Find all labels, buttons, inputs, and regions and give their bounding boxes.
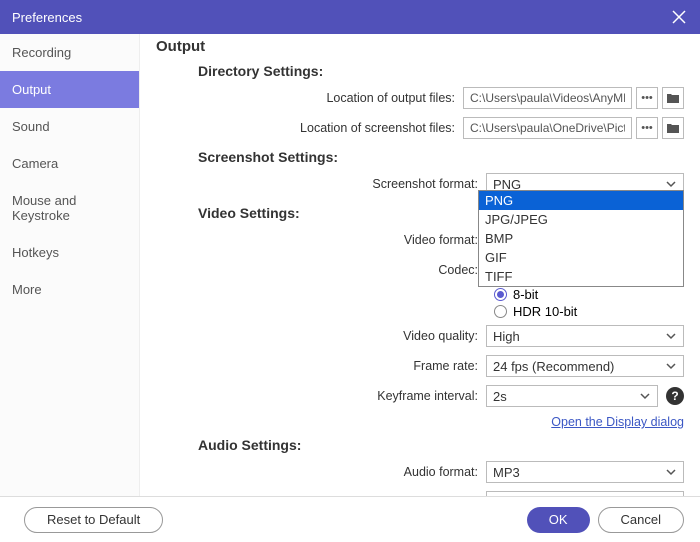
audio-format-select[interactable]: MP3 [486,461,684,483]
sidebar-item-recording[interactable]: Recording [0,34,139,71]
chevron-down-icon [665,360,677,372]
audio-format-value: MP3 [493,465,520,480]
output-path-input[interactable] [463,87,632,109]
dropdown-option-tiff[interactable]: TIFF [479,267,683,286]
ok-button[interactable]: OK [527,507,590,533]
display-dialog-link[interactable]: Open the Display dialog [156,415,684,429]
dropdown-option-gif[interactable]: GIF [479,248,683,267]
video-quality-select[interactable]: High [486,325,684,347]
dropdown-option-bmp[interactable]: BMP [479,229,683,248]
keyframe-help-icon[interactable]: ? [666,387,684,405]
screenshot-path-input[interactable] [463,117,632,139]
dropdown-option-png[interactable]: PNG [479,191,683,210]
close-icon[interactable] [670,8,688,26]
video-codec-label: Codec: [156,263,486,277]
chevron-down-icon [665,178,677,190]
radio-hdr10bit[interactable] [494,305,507,318]
sidebar-item-output[interactable]: Output [0,71,139,108]
frame-rate-label: Frame rate: [156,359,486,373]
frame-rate-value: 24 fps (Recommend) [493,359,614,374]
keyframe-select[interactable]: 2s [486,385,658,407]
output-path-more-button[interactable]: ••• [636,87,658,109]
sidebar-item-mouse-keystroke[interactable]: Mouse and Keystroke [0,182,139,234]
output-path-label: Location of output files: [156,91,463,105]
sidebar: Recording Output Sound Camera Mouse and … [0,34,140,496]
chevron-down-icon [639,390,651,402]
radio-hdr10bit-label: HDR 10-bit [513,304,577,319]
video-quality-value: High [493,329,520,344]
frame-rate-select[interactable]: 24 fps (Recommend) [486,355,684,377]
screenshot-path-folder-button[interactable] [662,117,684,139]
screenshot-path-more-button[interactable]: ••• [636,117,658,139]
sidebar-item-camera[interactable]: Camera [0,145,139,182]
audio-format-label: Audio format: [156,465,486,479]
main: Recording Output Sound Camera Mouse and … [0,34,700,496]
window-title: Preferences [12,10,82,25]
titlebar: Preferences [0,0,700,34]
reset-button[interactable]: Reset to Default [24,507,163,533]
folder-icon [666,122,680,134]
screenshot-section-title: Screenshot Settings: [198,149,684,165]
video-format-label: Video format: [156,233,486,247]
screenshot-format-label: Screenshot format: [156,177,486,191]
directory-section-title: Directory Settings: [198,63,684,79]
screenshot-format-dropdown[interactable]: PNG JPG/JPEG BMP GIF TIFF [478,190,684,287]
chevron-down-icon [665,330,677,342]
page-title: Output [156,38,684,55]
keyframe-value: 2s [493,389,507,404]
screenshot-path-label: Location of screenshot files: [156,121,463,135]
folder-icon [666,92,680,104]
radio-8bit[interactable] [494,288,507,301]
keyframe-label: Keyframe interval: [156,389,486,403]
output-path-folder-button[interactable] [662,87,684,109]
cancel-button[interactable]: Cancel [598,507,684,533]
footer: Reset to Default OK Cancel [0,496,700,542]
content: Output Directory Settings: Location of o… [140,34,700,496]
radio-8bit-label: 8-bit [513,287,538,302]
sidebar-item-hotkeys[interactable]: Hotkeys [0,234,139,271]
dropdown-option-jpg[interactable]: JPG/JPEG [479,210,683,229]
sidebar-item-more[interactable]: More [0,271,139,308]
chevron-down-icon [665,466,677,478]
audio-section-title: Audio Settings: [198,437,684,453]
sidebar-item-sound[interactable]: Sound [0,108,139,145]
video-quality-label: Video quality: [156,329,486,343]
